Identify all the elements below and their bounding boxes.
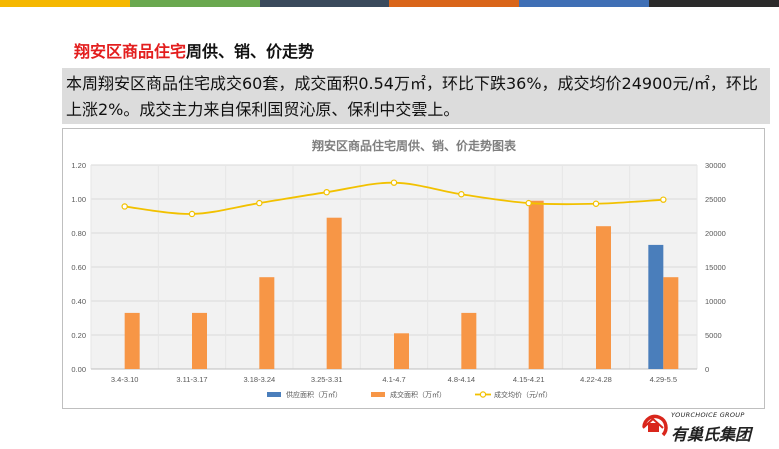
top-bar-segment — [649, 0, 779, 7]
y-left-tick-label: 0.40 — [71, 297, 86, 306]
legend-swatch — [371, 392, 385, 397]
x-tick-label: 3.4-3.10 — [111, 375, 139, 384]
y-right-tick-label: 0 — [705, 365, 709, 374]
combo-chart: 翔安区商品住宅周供、销、价走势图表 0.00 0.20 0.40 0.60 0.80 1.0… — [71, 138, 726, 399]
x-tick-label: 3.11-3.17 — [176, 375, 207, 384]
top-bar-segment — [519, 0, 650, 7]
bar — [528, 200, 544, 369]
y-right-tick-label: 30000 — [705, 161, 726, 170]
x-tick-label: 4.29-5.5 — [650, 375, 678, 384]
x-tick-label: 4.22-4.28 — [580, 375, 612, 384]
legend-swatch — [267, 392, 281, 397]
y-right-tick-label: 25000 — [705, 195, 726, 204]
line-point — [592, 200, 600, 207]
top-bar-segment — [0, 0, 130, 7]
line-point — [390, 179, 398, 186]
y-left-tick-label: 0.00 — [71, 365, 86, 374]
line-point — [525, 199, 532, 207]
y-left-tick-label: 0.80 — [71, 229, 86, 238]
bar — [124, 312, 140, 369]
bar — [326, 217, 342, 369]
chart-title: 翔安区商品住宅周供、销、价走势图表 — [311, 138, 517, 153]
y-left-tick-label: 1.20 — [71, 161, 86, 170]
line-point — [188, 210, 196, 218]
y-left-tick-label: 1.00 — [71, 195, 86, 204]
line-point — [660, 196, 667, 203]
logo-english-text: YOURCHOICE GROUP — [671, 411, 745, 419]
page-title: 翔安区商品住宅周供、销、价走势 — [74, 38, 314, 62]
line-point — [458, 191, 465, 198]
y-right-tick-label: 20000 — [705, 229, 726, 238]
y-right-tick-label: 15000 — [705, 263, 726, 272]
x-tick-label: 3.18-3.24 — [243, 375, 275, 384]
legend-label: 成交面积（万㎡） — [390, 390, 446, 399]
top-color-bar — [0, 0, 779, 7]
bar — [648, 244, 664, 369]
x-tick-label: 4.1-4.7 — [382, 375, 405, 384]
legend-label: 供应面积（万㎡） — [286, 390, 342, 399]
bar — [596, 226, 611, 369]
page-title-highlight: 翔安区商品住宅 — [74, 42, 187, 61]
summary-text: 本周翔安区商品住宅成交60套，成交面积0.54万㎡，环比下跌36%，成交均价24… — [62, 68, 770, 124]
top-bar-segment — [389, 0, 520, 7]
y-left-tick-label: 0.60 — [71, 263, 86, 272]
line-point — [256, 199, 263, 207]
x-tick-label: 3.25-3.31 — [311, 375, 343, 384]
bar — [663, 277, 679, 369]
x-tick-label: 4.8-4.14 — [448, 375, 476, 384]
bar — [192, 312, 207, 369]
legend-label: 成交均价（元/㎡） — [494, 390, 552, 399]
legend-swatch-marker — [479, 391, 487, 398]
bar — [259, 277, 275, 369]
logo-mark-icon — [642, 414, 668, 437]
bar — [394, 333, 409, 369]
logo-chinese-text: 有巢氏集团 — [671, 425, 752, 444]
top-bar-segment — [259, 0, 390, 7]
x-tick-label: 4.15-4.21 — [513, 375, 545, 384]
y-left-tick-label: 0.20 — [71, 331, 86, 340]
company-logo: YOURCHOICE GROUP 有巢氏集团 — [641, 409, 779, 447]
chart-panel: 翔安区商品住宅周供、销、价走势图表 0.00 0.20 0.40 0.60 0.80 1.0… — [62, 128, 765, 409]
top-bar-segment — [129, 0, 260, 7]
page-title-rest: 周供、销、价走势 — [186, 42, 315, 61]
y-right-tick-label: 5000 — [705, 331, 722, 340]
line-point — [121, 203, 128, 210]
line-point — [323, 189, 330, 196]
y-right-tick-label: 10000 — [705, 297, 726, 306]
bar — [461, 312, 477, 369]
